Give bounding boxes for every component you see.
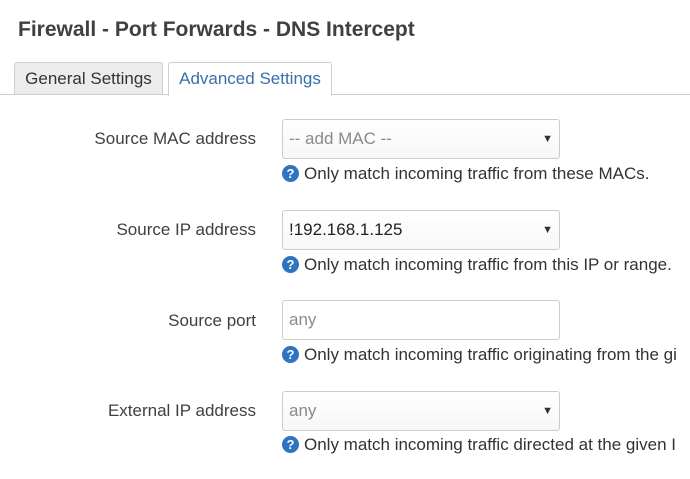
- help-icon: ?: [282, 436, 299, 453]
- source-mac-value: -- add MAC --: [289, 129, 392, 148]
- source-mac-hint-text: Only match incoming traffic from these M…: [304, 164, 650, 183]
- source-port-input[interactable]: any: [282, 300, 560, 340]
- external-ip-hint-text: Only match incoming traffic directed at …: [304, 435, 676, 454]
- chevron-down-icon: ▼: [542, 224, 553, 236]
- external-ip-value: any: [289, 401, 317, 420]
- source-mac-label: Source MAC address: [94, 129, 256, 148]
- source-ip-hint-text: Only match incoming traffic from this IP…: [304, 255, 672, 274]
- source-mac-hint: ? Only match incoming traffic from these …: [282, 164, 690, 188]
- source-port-hint: ? Only match incoming traffic originating…: [282, 345, 690, 369]
- page-title: Firewall - Port Forwards - DNS Intercept: [18, 18, 415, 41]
- source-ip-label: Source IP address: [116, 220, 256, 239]
- source-ip-hint: ? Only match incoming traffic from this I…: [282, 255, 690, 279]
- source-ip-select[interactable]: !192.168.1.125 ▼: [282, 210, 560, 250]
- source-port-placeholder: any: [289, 310, 317, 329]
- tabs-bar: [0, 94, 690, 95]
- source-port-hint-text: Only match incoming traffic originating …: [304, 345, 677, 364]
- help-icon: ?: [282, 346, 299, 363]
- source-mac-select[interactable]: -- add MAC -- ▼: [282, 119, 560, 159]
- source-port-label: Source port: [168, 311, 256, 330]
- external-ip-label: External IP address: [107, 401, 256, 420]
- tab-advanced-settings[interactable]: Advanced Settings: [168, 62, 332, 96]
- external-ip-select[interactable]: any ▼: [282, 391, 560, 431]
- tab-general-settings[interactable]: General Settings: [14, 62, 163, 94]
- external-ip-hint: ? Only match incoming traffic directed at…: [282, 435, 690, 459]
- chevron-down-icon: ▼: [542, 405, 553, 417]
- source-ip-value: !192.168.1.125: [289, 220, 403, 239]
- chevron-down-icon: ▼: [542, 133, 553, 145]
- help-icon: ?: [282, 165, 299, 182]
- help-icon: ?: [282, 256, 299, 273]
